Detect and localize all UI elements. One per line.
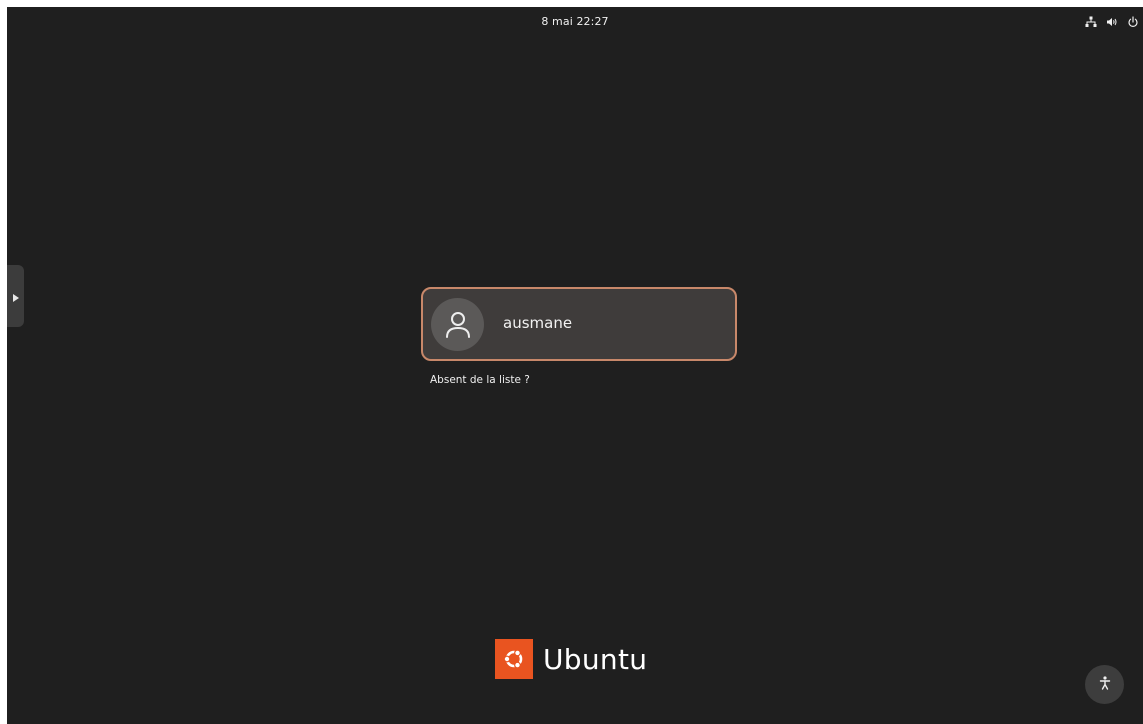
side-panel-toggle[interactable]	[7, 265, 24, 327]
triangle-right-icon	[12, 287, 19, 306]
ubuntu-wordmark: Ubuntu	[543, 642, 648, 676]
volume-icon[interactable]	[1106, 13, 1118, 26]
power-icon[interactable]	[1127, 13, 1139, 27]
system-tray[interactable]	[1085, 13, 1139, 27]
accessibility-icon	[1099, 675, 1111, 694]
ubuntu-circle-of-friends-icon	[495, 639, 533, 679]
user-list-item[interactable]: ausmane	[421, 287, 737, 361]
accessibility-button[interactable]	[1085, 665, 1124, 704]
clock[interactable]: 8 mai 22:27	[7, 15, 1143, 28]
network-icon[interactable]	[1085, 13, 1097, 27]
user-name: ausmane	[503, 314, 573, 332]
user-avatar-icon	[431, 298, 484, 351]
login-screen: 8 mai 22:27 ausmane Absent de la liste ?…	[7, 7, 1143, 724]
ubuntu-logo: Ubuntu	[495, 639, 647, 679]
top-bar: 8 mai 22:27	[7, 7, 1143, 35]
not-listed-link[interactable]: Absent de la liste ?	[430, 374, 530, 386]
